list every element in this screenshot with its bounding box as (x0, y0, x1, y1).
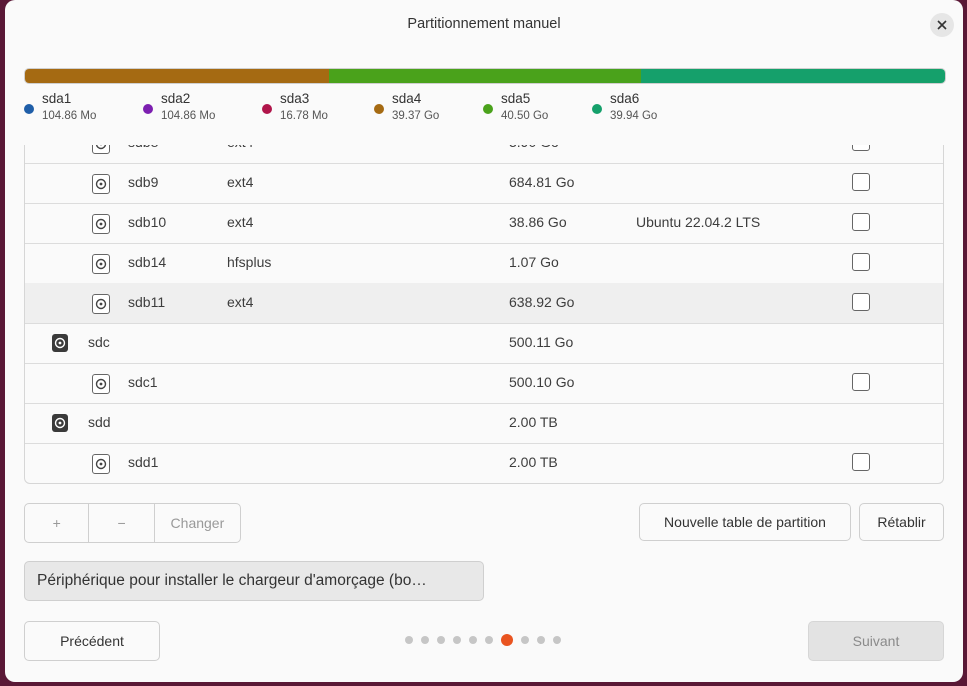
legend-color-dot (24, 104, 34, 114)
partition-row[interactable]: sdb8 ext4 3.90 Go (25, 145, 943, 164)
legend-partition-size: 16.78 Mo (280, 110, 328, 122)
device-name: sdb10 (128, 214, 167, 230)
partition-icon (92, 214, 110, 234)
filesystem-type: ext4 (227, 214, 254, 230)
partition-row[interactable]: sdb10 ext4 38.86 Go Ubuntu 22.04.2 LTS (25, 203, 943, 244)
step-dot-active (501, 634, 513, 646)
step-dot (485, 636, 493, 644)
partition-row[interactable]: sdb11 ext4 638.92 Go (25, 283, 943, 324)
partition-row[interactable]: sdc1 500.10 Go (25, 363, 943, 404)
device-name: sdc1 (128, 374, 158, 390)
legend-partition-name: sda1 (42, 91, 72, 106)
legend-partition-size: 39.37 Go (392, 110, 440, 122)
step-dot (437, 636, 445, 644)
legend-partition-size: 104.86 Mo (42, 110, 97, 122)
partition-size: 1.07 Go (509, 254, 559, 270)
device-name: sdd1 (128, 454, 159, 470)
legend-partition-name: sda3 (280, 91, 310, 106)
partition-size: 38.86 Go (509, 214, 567, 230)
step-dot (537, 636, 545, 644)
legend-partition-size: 39.94 Go (610, 110, 658, 122)
format-checkbox[interactable] (852, 173, 870, 191)
filesystem-type: ext4 (227, 174, 254, 190)
format-checkbox[interactable] (852, 145, 870, 151)
step-dot (453, 636, 461, 644)
partition-dialog: Partitionnement manuel sda1 104.86 Mo sda2… (5, 0, 963, 682)
partition-size: 684.81 Go (509, 174, 575, 190)
partition-size: 500.10 Go (509, 374, 575, 390)
partition-icon (92, 294, 110, 314)
legend-partition-size: 40.50 Go (501, 110, 549, 122)
filesystem-type: ext4 (227, 145, 253, 150)
partition-size: 500.11 Go (509, 334, 574, 350)
partition-size: 2.00 TB (509, 414, 558, 430)
format-checkbox[interactable] (852, 453, 870, 471)
partition-size: 2.00 TB (509, 454, 558, 470)
usage-segment-sda6 (641, 69, 945, 83)
device-name: sdc (88, 334, 110, 350)
usage-segment-sda5 (328, 69, 642, 83)
device-name: sdb9 (128, 174, 159, 190)
disk-usage-bar (24, 68, 946, 84)
partition-icon (92, 254, 110, 274)
legend-color-dot (483, 104, 493, 114)
drive-icon (52, 414, 68, 432)
filesystem-type: ext4 (227, 294, 254, 310)
format-checkbox[interactable] (852, 373, 870, 391)
device-name: sdd (88, 414, 111, 430)
close-icon (937, 20, 947, 30)
new-partition-table-button[interactable]: Nouvelle table de partition (639, 503, 851, 541)
format-checkbox[interactable] (852, 293, 870, 311)
partition-table: sdb8 ext4 3.90 Go sdb9 ext4 684.81 Go sdb10 ext… (24, 145, 944, 484)
legend-partition-name: sda5 (501, 91, 531, 106)
disk-row[interactable]: sdc 500.11 Go (25, 323, 943, 364)
partition-icon (92, 454, 110, 474)
partition-icon (92, 145, 110, 154)
format-checkbox[interactable] (852, 213, 870, 231)
bootloader-device-select[interactable]: Périphérique pour installer le chargeur … (24, 561, 484, 601)
step-dot (553, 636, 561, 644)
legend-color-dot (262, 104, 272, 114)
legend-color-dot (143, 104, 153, 114)
usage-segment-sda4 (25, 69, 329, 83)
device-name: sdb14 (128, 254, 167, 270)
device-name: sdb11 (128, 294, 166, 310)
change-partition-button[interactable]: Changer (155, 504, 240, 542)
add-partition-button[interactable]: + (25, 504, 90, 542)
partition-actions: + − Changer (24, 503, 241, 543)
dialog-title: Partitionnement manuel (407, 16, 561, 32)
partition-row[interactable]: sdd1 2.00 TB (25, 443, 943, 483)
reset-button[interactable]: Rétablir (859, 503, 944, 541)
partition-row[interactable]: sdb9 ext4 684.81 Go (25, 163, 943, 204)
legend-partition-name: sda4 (392, 91, 422, 106)
next-button[interactable]: Suivant (808, 621, 944, 661)
previous-button[interactable]: Précédent (24, 621, 160, 661)
partition-icon (92, 174, 110, 194)
filesystem-type: hfsplus (227, 254, 272, 270)
partition-icon (92, 374, 110, 394)
step-dot (521, 636, 529, 644)
device-name: sdb8 (128, 145, 158, 150)
legend-color-dot (374, 104, 384, 114)
disk-row[interactable]: sdd 2.00 TB (25, 403, 943, 444)
close-button[interactable] (930, 13, 954, 37)
step-dot (421, 636, 429, 644)
installed-system: Ubuntu 22.04.2 LTS (636, 214, 761, 230)
drive-icon (52, 334, 68, 352)
step-indicator (405, 634, 569, 646)
partition-row[interactable]: sdb14 hfsplus 1.07 Go (25, 243, 943, 284)
legend-partition-name: sda6 (610, 91, 640, 106)
step-dot (469, 636, 477, 644)
partition-size: 638.92 Go (509, 294, 575, 310)
legend-color-dot (592, 104, 602, 114)
step-dot (405, 636, 413, 644)
format-checkbox[interactable] (852, 253, 870, 271)
legend-partition-size: 104.86 Mo (161, 110, 216, 122)
remove-partition-button[interactable]: − (89, 504, 155, 542)
partition-size: 3.90 Go (509, 145, 559, 150)
legend-partition-name: sda2 (161, 91, 191, 106)
